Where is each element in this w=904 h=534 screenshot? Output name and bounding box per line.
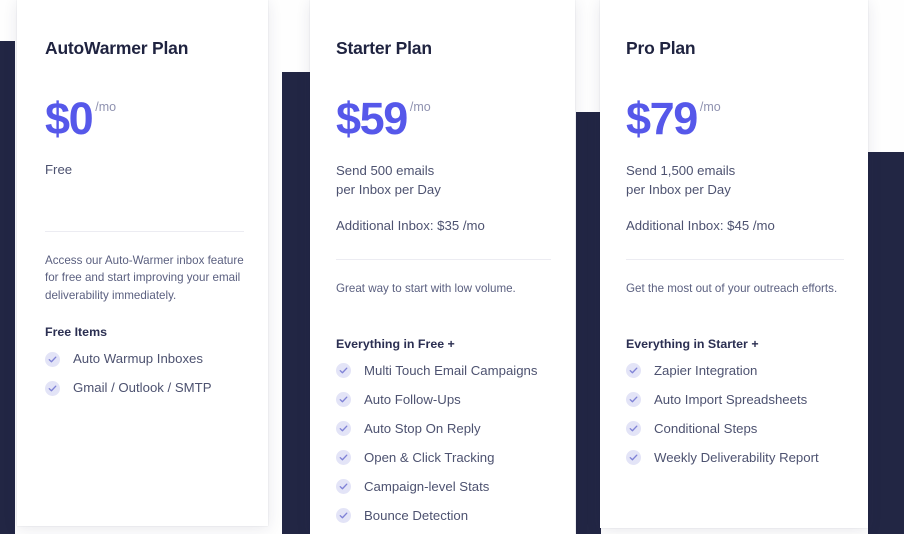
- card-divider: [45, 230, 244, 232]
- plan-title: Starter Plan: [336, 38, 432, 58]
- plan-price: $59 /mo: [336, 93, 551, 144]
- free-label: Free: [45, 161, 73, 177]
- feature-label: Bounce Detection: [364, 507, 469, 523]
- list-item: Multi Touch Email Campaigns: [336, 363, 551, 379]
- list-item: Auto Follow-Ups: [336, 392, 551, 408]
- feature-label: Auto Warmup Inboxes: [73, 351, 203, 367]
- plan-price: $79 /mo: [626, 93, 844, 144]
- check-circle-icon: [45, 351, 60, 367]
- quota-line: per Inbox per Day: [336, 181, 441, 197]
- quota-line: per Inbox per Day: [626, 181, 731, 197]
- feature-label: Campaign-level Stats: [364, 478, 490, 494]
- check-circle-icon: [626, 392, 641, 408]
- feature-label: Auto Import Spreadsheets: [654, 391, 808, 407]
- quota-line: Send 1,500 emails: [626, 162, 736, 178]
- pricing-card-autowarmer[interactable]: AutoWarmer Plan $0 /mo Free Access our A…: [17, 0, 268, 526]
- feature-label: Zapier Integration: [654, 362, 758, 378]
- card-divider: [626, 258, 844, 260]
- feature-label: Multi Touch Email Campaigns: [364, 362, 538, 378]
- list-item: Auto Warmup Inboxes: [45, 351, 244, 367]
- plan-title: Pro Plan: [626, 38, 696, 58]
- price-amount: $0: [45, 93, 94, 144]
- check-circle-icon: [336, 450, 351, 466]
- list-item: Auto Import Spreadsheets: [626, 392, 844, 408]
- list-item: Weekly Deliverability Report: [626, 450, 844, 466]
- check-circle-icon: [336, 363, 351, 379]
- features-heading: Everything in Starter +: [626, 336, 759, 351]
- list-item: Conditional Steps: [626, 421, 844, 437]
- check-circle-icon: [336, 421, 351, 437]
- features-heading: Free Items: [45, 325, 107, 340]
- feature-label: Conditional Steps: [654, 420, 758, 436]
- plan-tagline: Get the most out of your outreach effort…: [626, 281, 838, 295]
- features-heading: Everything in Free +: [336, 336, 455, 351]
- plan-title: AutoWarmer Plan: [45, 38, 189, 58]
- check-circle-icon: [626, 363, 641, 379]
- pricing-card-pro[interactable]: Pro Plan $79 /mo Send 1,500 emails per I…: [600, 0, 868, 528]
- feature-list: Auto Warmup Inboxes Gmail / Outlook / SM…: [45, 351, 244, 396]
- plan-tagline: Great way to start with low volume.: [336, 281, 516, 295]
- check-circle-icon: [626, 421, 641, 437]
- feature-label: Auto Stop On Reply: [364, 420, 481, 436]
- pricing-page: AutoWarmer Plan $0 /mo Free Access our A…: [0, 0, 904, 534]
- plan-price: $0 /mo: [45, 93, 244, 144]
- check-circle-icon: [336, 392, 351, 408]
- plan-quota: Send 500 emails per Inbox per Day: [336, 161, 551, 199]
- feature-label: Gmail / Outlook / SMTP: [73, 380, 212, 396]
- feature-label: Open & Click Tracking: [364, 449, 495, 465]
- plan-tagline: Access our Auto-Warmer inbox feature for…: [45, 253, 244, 302]
- pricing-card-starter[interactable]: Starter Plan $59 /mo Send 500 emails per…: [310, 0, 575, 534]
- list-item: Gmail / Outlook / SMTP: [45, 380, 244, 396]
- price-period: /mo: [409, 100, 431, 114]
- plan-addon-price: Additional Inbox: $35 /mo: [336, 217, 485, 233]
- plan-quota: Send 1,500 emails per Inbox per Day: [626, 161, 844, 199]
- list-item: Bounce Detection: [336, 508, 551, 524]
- check-circle-icon: [45, 380, 60, 396]
- check-circle-icon: [336, 479, 351, 495]
- plan-addon-price: Additional Inbox: $45 /mo: [626, 217, 775, 233]
- card-divider: [336, 258, 551, 260]
- list-item: Zapier Integration: [626, 363, 844, 379]
- price-period: /mo: [699, 100, 721, 114]
- list-item: Open & Click Tracking: [336, 450, 551, 466]
- feature-list: Multi Touch Email Campaigns Auto Follow-…: [336, 363, 551, 524]
- check-circle-icon: [626, 450, 641, 466]
- price-period: /mo: [95, 100, 117, 114]
- price-amount: $79: [626, 93, 698, 144]
- feature-label: Auto Follow-Ups: [364, 391, 461, 407]
- feature-label: Weekly Deliverability Report: [654, 449, 819, 465]
- price-amount: $59: [336, 93, 408, 144]
- list-item: Auto Stop On Reply: [336, 421, 551, 437]
- check-circle-icon: [336, 508, 351, 524]
- quota-line: Send 500 emails: [336, 162, 435, 178]
- list-item: Campaign-level Stats: [336, 479, 551, 495]
- pricing-card-row: AutoWarmer Plan $0 /mo Free Access our A…: [0, 0, 904, 534]
- feature-list: Zapier Integration Auto Import Spreadshe…: [626, 363, 844, 466]
